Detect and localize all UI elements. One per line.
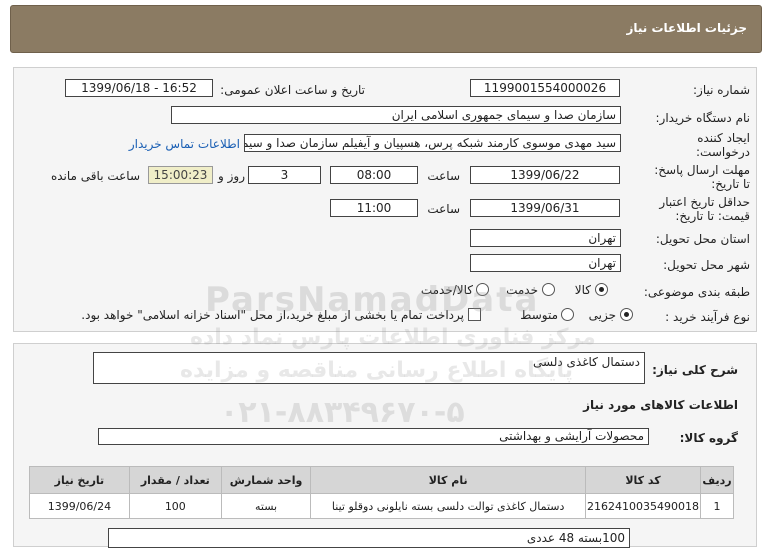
days-label: روز و <box>218 169 245 183</box>
deadline-date-field: 1399/06/22 <box>470 166 620 184</box>
deadline-label-1: مهلت ارسال پاسخ: <box>654 163 750 177</box>
description-label: شرح کلی نیاز: <box>652 363 738 377</box>
deadline-label-2: تا تاریخ: <box>711 177 750 191</box>
validity-label-2: قیمت: تا تاریخ: <box>675 209 750 223</box>
page-header: جزئیات اطلاعات نیاز <box>10 5 762 53</box>
remaining-time-field: 15:00:23 <box>148 166 213 184</box>
cell-row: 1 <box>700 493 734 519</box>
province-field: تهران <box>470 229 621 247</box>
buyer-contact-link[interactable]: اطلاعات تماس خریدار <box>105 137 240 151</box>
validity-time-field: 11:00 <box>330 199 418 217</box>
goods-group-field: محصولات آرایشی و بهداشتی <box>98 428 649 445</box>
col-code: کد کالا <box>585 466 701 494</box>
creator-label-1: ایجاد کننده <box>697 131 750 145</box>
table-row: 1399/06/24 100 بسته دستمال کاغذی توالت د… <box>29 493 734 519</box>
province-label: استان محل تحویل: <box>655 232 750 246</box>
validity-time-label: ساعت <box>427 202 460 216</box>
category-service-radio[interactable] <box>542 283 555 296</box>
cell-date: 1399/06/24 <box>29 493 130 519</box>
validity-label-1: حداقل تاریخ اعتبار <box>659 195 750 209</box>
deadline-time-label: ساعت <box>427 169 460 183</box>
purchase-label: نوع فرآیند خرید : <box>665 310 750 324</box>
purchase-medium-radio[interactable] <box>561 308 574 321</box>
purchase-minor-radio[interactable] <box>620 308 633 321</box>
cell-unit: بسته <box>220 493 312 519</box>
buyer-field: سازمان صدا و سیمای جمهوری اسلامی ایران <box>171 106 621 124</box>
creator-field: سید مهدی موسوی کارمند شبکه پرس، هسپیان و… <box>244 134 621 152</box>
watermark-tagline: پایگاه اطلاع رسانی مناقصه و مزایده <box>180 358 573 383</box>
col-date: تاریخ نیاز <box>29 466 130 494</box>
col-unit: واحد شمارش <box>220 466 312 494</box>
col-quantity: تعداد / مقدار <box>128 466 222 494</box>
goods-group-label: گروه کالا: <box>679 431 738 445</box>
days-field: 3 <box>248 166 321 184</box>
category-goods-label: کالا <box>574 283 591 297</box>
goods-table: تاریخ نیاز تعداد / مقدار واحد شمارش نام … <box>29 466 734 519</box>
city-field: تهران <box>470 254 621 272</box>
need-number-field: 1199001554000026 <box>470 79 620 97</box>
buyer-label: نام دستگاه خریدار: <box>655 111 751 125</box>
announce-field: 1399/06/18 - 16:52 <box>65 79 213 97</box>
goods-table-header: تاریخ نیاز تعداد / مقدار واحد شمارش نام … <box>29 466 734 494</box>
purchase-minor-label: جزیی <box>588 308 616 322</box>
goods-section-title: اطلاعات کالاهای مورد نیاز <box>583 398 738 412</box>
remaining-label: ساعت باقی مانده <box>50 169 140 183</box>
watermark-company: مرکز فناوری اطلاعات پارس نماد داده <box>190 325 596 350</box>
col-name: نام کالا <box>310 466 587 494</box>
creator-label-2: درخواست: <box>696 145 750 159</box>
announce-label: تاریخ و ساعت اعلان عمومی: <box>220 83 365 97</box>
need-number-label: شماره نیاز: <box>693 83 750 97</box>
goods-note-field: 100بسته 48 عددی <box>108 528 630 548</box>
city-label: شهر محل تحویل: <box>663 258 750 272</box>
watermark-phone: ۰۲۱-۸۸۳۴۹۶۷۰-۵ <box>220 395 465 430</box>
deadline-time-field: 08:00 <box>330 166 418 184</box>
validity-date-field: 1399/06/31 <box>470 199 620 217</box>
cell-quantity: 100 <box>128 493 222 519</box>
cell-code: 2162410035490018 <box>585 493 701 519</box>
cell-name: دستمال کاغذی توالت دلسی بسته نایلونی دوق… <box>310 493 587 519</box>
category-goods-radio[interactable] <box>595 283 608 296</box>
page-title: جزئیات اطلاعات نیاز <box>626 21 747 35</box>
watermark-brand: ParsNamadData <box>205 280 540 320</box>
col-row: ردیف <box>700 466 734 494</box>
category-label: طبقه بندی موضوعی: <box>643 285 750 299</box>
